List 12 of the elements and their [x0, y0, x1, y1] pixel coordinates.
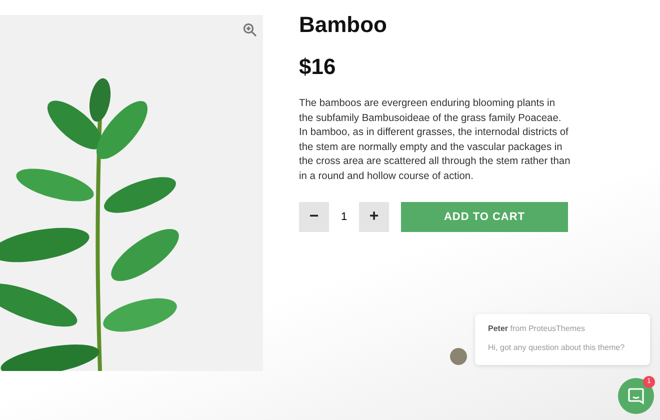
chat-bubble[interactable]: Peter from ProteusThemes Hi, got any question about this theme? — [475, 314, 650, 365]
chat-icon — [627, 387, 645, 405]
product-price: $16 — [299, 54, 337, 80]
chat-button[interactable] — [618, 378, 654, 414]
zoom-icon[interactable] — [243, 23, 257, 37]
chat-message: Hi, got any question about this theme? — [488, 343, 626, 352]
avatar-icon — [450, 348, 467, 365]
decrease-button[interactable]: − — [299, 202, 329, 232]
product-title: Bamboo — [299, 12, 388, 38]
chat-sender: Peter from ProteusThemes — [488, 324, 585, 333]
product-description: The bamboos are evergreen enduring blooming plants in the subfamily Bambusoideae of the grass family Poaceae. In bamboo, as in different grasses, the internodal districts of the stem are normally empty and the vascular packages in the cross area are scattered all through the stem rather than in a round and hollow course of action. — [299, 97, 571, 184]
increase-button[interactable]: + — [359, 202, 389, 232]
